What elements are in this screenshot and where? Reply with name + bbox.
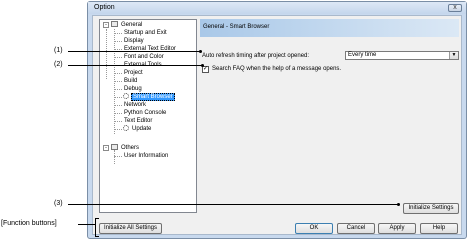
tree-node-debug[interactable]: Debug	[123, 85, 143, 93]
window-title: Option	[94, 4, 115, 11]
function-buttons-bracket	[95, 218, 96, 236]
tree-branch-line	[114, 105, 122, 106]
tree-node-label: Project	[124, 70, 143, 76]
tree-node-text-editor[interactable]: Text Editor	[123, 117, 153, 125]
dialog-client-area: - General - Others User Information Star…	[92, 15, 462, 235]
tree-branch-line	[114, 49, 122, 50]
initialize-settings-button[interactable]: Initialize Settings	[403, 203, 459, 214]
tree-node-label: Build	[124, 78, 138, 84]
close-button[interactable]: x	[448, 4, 462, 12]
screenshot-root: (1) (2) (3) [Function buttons] Option x …	[0, 0, 474, 241]
tree-node-label: Python Console	[124, 110, 167, 116]
apply-button[interactable]: Apply	[378, 223, 416, 234]
tree-node-project[interactable]: Project	[123, 69, 144, 77]
tree-branch-line	[114, 81, 122, 82]
tree-node-update[interactable]: Update	[123, 125, 152, 133]
title-bar: Option x	[88, 2, 466, 14]
search-faq-label: Search FAQ when the help of a message op…	[212, 66, 342, 72]
callout-2-dot	[201, 64, 204, 67]
tree-branch-line	[114, 156, 122, 157]
auto-refresh-select[interactable]: Every time ▼	[345, 51, 459, 60]
tree-node-label: Startup and Exit	[124, 30, 167, 36]
tree-node-label: Debug	[124, 86, 142, 92]
callout-3-label: (3)	[54, 200, 63, 207]
tree-node-label: User Information	[124, 153, 169, 159]
tree-node-label: General	[121, 22, 143, 28]
tree-guide-line	[106, 29, 107, 79]
auto-refresh-value: Every time	[348, 52, 377, 58]
tree-node-label: Text Editor	[124, 118, 153, 124]
tree-node-others[interactable]: Others	[111, 144, 140, 152]
tree-node-display[interactable]: Display	[123, 37, 145, 45]
tree-node-build[interactable]: Build	[123, 77, 138, 85]
tree-node-label: Display	[124, 38, 144, 44]
smart-browser-icon	[123, 93, 129, 99]
tree-guide-line	[114, 150, 115, 164]
tree-node-font-and-color[interactable]: Font and Color	[123, 53, 165, 61]
help-button[interactable]: Help	[420, 223, 458, 234]
tree-branch-line	[114, 113, 122, 114]
tree-branch-line	[114, 129, 122, 130]
tree-node-general[interactable]: General	[111, 21, 143, 29]
tree-branch-line	[114, 41, 122, 42]
tree-node-startup-and-exit[interactable]: Startup and Exit	[123, 29, 168, 37]
chevron-down-icon[interactable]: ▼	[449, 52, 458, 59]
tree-branch-line	[114, 73, 122, 74]
tree-node-python-console[interactable]: Python Console	[123, 109, 167, 117]
collapse-general-icon[interactable]: -	[103, 22, 109, 28]
callout-3-leader	[68, 204, 398, 205]
function-buttons-label: [Function buttons]	[1, 220, 57, 227]
callout-3-dot	[397, 203, 400, 206]
initialize-all-settings-button[interactable]: Initialize All Settings	[99, 223, 162, 234]
cancel-button[interactable]: Cancel	[337, 223, 375, 234]
function-buttons-leader	[78, 224, 95, 225]
panel-header: General - Smart Browser	[200, 19, 459, 37]
tree-node-user-information[interactable]: User Information	[123, 152, 169, 160]
function-buttons-bracket-top	[95, 218, 99, 219]
callout-1-label: (1)	[54, 47, 63, 54]
folder-icon	[111, 21, 118, 27]
update-icon	[123, 125, 129, 131]
function-buttons-bracket-bottom	[95, 236, 99, 237]
callout-1-leader	[68, 51, 200, 52]
callout-2-label: (2)	[54, 61, 63, 68]
category-tree[interactable]: - General - Others User Information Star…	[99, 19, 197, 213]
tree-node-label: Network	[124, 102, 147, 108]
tree-branch-line	[114, 121, 122, 122]
tree-branch-line	[114, 89, 122, 90]
tree-node-smart-browser[interactable]: Smart Browser	[123, 93, 175, 101]
tree-node-label: Others	[121, 145, 140, 151]
tree-node-label: Update	[132, 126, 152, 132]
callout-2-leader	[68, 65, 202, 66]
auto-refresh-label: Auto refresh timing after project opened…	[202, 53, 310, 59]
tree-branch-line	[114, 57, 122, 58]
panel-title: General - Smart Browser	[203, 24, 270, 30]
tree-branch-line	[114, 33, 122, 34]
callout-1-dot	[199, 50, 202, 53]
tree-node-label: Smart Browser	[131, 93, 175, 101]
folder-icon	[111, 144, 118, 150]
tree-node-network[interactable]: Network	[123, 101, 147, 109]
tree-branch-line	[114, 97, 122, 98]
ok-button[interactable]: OK	[295, 223, 333, 234]
tree-node-label: Font and Color	[124, 54, 164, 60]
collapse-others-icon[interactable]: -	[103, 145, 109, 151]
search-faq-checkbox[interactable]: ✓	[202, 66, 209, 73]
